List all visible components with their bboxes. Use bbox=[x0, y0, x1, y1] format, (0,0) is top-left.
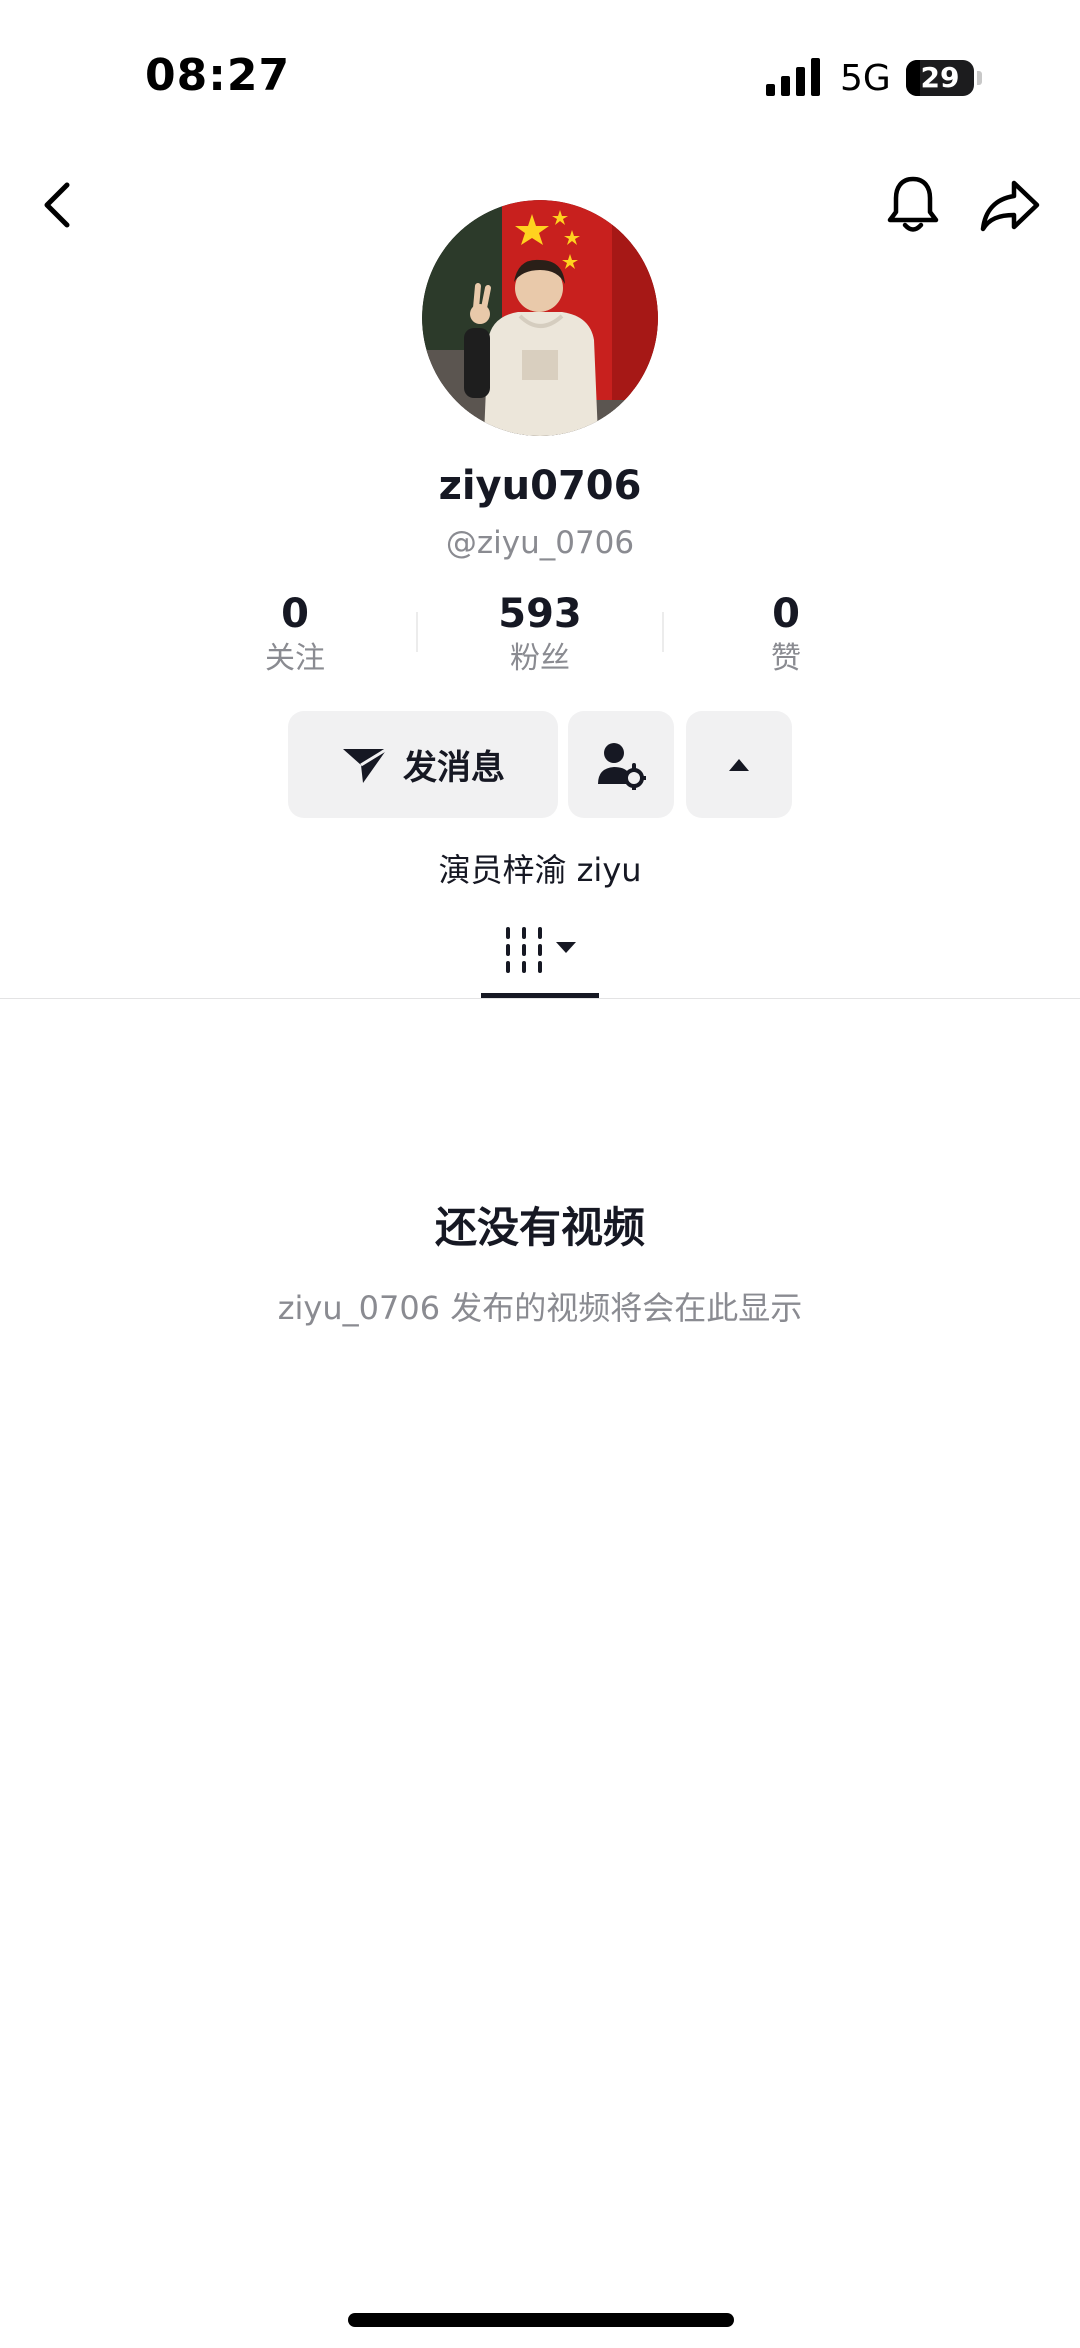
back-button[interactable] bbox=[22, 170, 92, 240]
stat-value: 593 bbox=[498, 591, 582, 637]
profile-bio: 演员梓渝 ziyu bbox=[438, 851, 642, 889]
stat-label: 赞 bbox=[771, 641, 801, 676]
user-gear-icon bbox=[598, 742, 646, 790]
avatar[interactable] bbox=[422, 200, 658, 436]
stat-value: 0 bbox=[281, 591, 309, 637]
tab-videos[interactable] bbox=[500, 925, 582, 975]
stat-label: 粉丝 bbox=[510, 641, 570, 676]
signal-bars-icon bbox=[766, 58, 820, 96]
stat-divider bbox=[662, 612, 664, 652]
stat-value: 0 bbox=[772, 591, 800, 637]
empty-state-title: 还没有视频 bbox=[434, 1203, 645, 1252]
notification-button[interactable] bbox=[878, 170, 948, 240]
status-time: 08:27 bbox=[145, 50, 291, 101]
stat-following[interactable]: 0 关注 bbox=[205, 590, 385, 680]
send-icon bbox=[343, 747, 388, 783]
user-settings-button[interactable] bbox=[568, 711, 674, 818]
stat-followers[interactable]: 593 粉丝 bbox=[450, 590, 630, 680]
tab-bar-divider bbox=[0, 998, 1080, 999]
stat-divider bbox=[416, 612, 418, 652]
chevron-left-icon bbox=[44, 182, 70, 228]
share-button[interactable] bbox=[975, 170, 1045, 240]
home-indicator[interactable] bbox=[348, 2313, 734, 2327]
send-message-button[interactable]: 发消息 bbox=[288, 711, 558, 818]
battery-icon: 29 bbox=[906, 60, 974, 96]
more-options-button[interactable] bbox=[686, 711, 792, 818]
profile-handle: @ziyu_0706 bbox=[445, 525, 635, 561]
share-arrow-icon bbox=[980, 180, 1040, 232]
battery-level: 29 bbox=[920, 61, 960, 94]
empty-state-subtitle: ziyu_0706 发布的视频将会在此显示 bbox=[277, 1289, 803, 1327]
bell-icon bbox=[887, 176, 939, 232]
profile-photo bbox=[422, 200, 658, 436]
grid-filter-icon bbox=[506, 927, 576, 973]
battery-tip bbox=[977, 71, 982, 85]
caret-up-icon bbox=[729, 758, 749, 771]
stat-label: 关注 bbox=[265, 641, 325, 676]
profile-username: ziyu0706 bbox=[438, 463, 642, 509]
stat-likes[interactable]: 0 赞 bbox=[696, 590, 876, 680]
send-message-label: 发消息 bbox=[403, 748, 505, 788]
network-type: 5G bbox=[840, 58, 891, 99]
